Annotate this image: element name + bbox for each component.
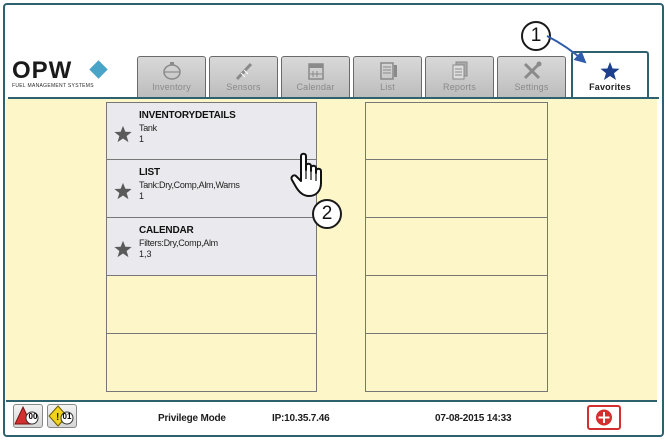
tab-label: Sensors [226,82,261,92]
tab-inventory[interactable]: Inventory [137,56,206,98]
favorite-slot[interactable]: INVENTORYDETAILS Tank 1 [106,102,317,160]
alarm-count: 00 [28,412,38,421]
star-icon [114,125,132,143]
favorite-slot-empty[interactable] [365,218,548,276]
opw-logo: OPW FUEL MANAGEMENT SYSTEMS [12,58,127,92]
tab-calendar[interactable]: Calendar [281,56,350,98]
status-bar [6,402,657,435]
favorite-detail: Tank:Dry,Comp,Alm,Warns [139,180,240,190]
favorites-column-left: INVENTORYDETAILS Tank 1 LIST Tank:Dry,Co… [106,102,317,392]
favorite-value: 1,3 [139,249,152,259]
favorite-slot-empty[interactable] [365,276,548,334]
ip-address: IP:10.35.7.46 [272,413,330,424]
favorite-detail: Tank [139,123,157,133]
tab-label: Reports [443,82,476,92]
tab-sensors[interactable]: Sensors [209,56,278,98]
favorite-slot-empty[interactable] [106,276,317,334]
wrench-screwdriver-icon [523,61,541,80]
reports-icon [452,61,467,80]
favorite-detail: Filters:Dry,Comp,Alm [139,238,218,248]
tank-icon [162,62,181,80]
favorite-title: LIST [139,167,160,178]
brand-tagline: FUEL MANAGEMENT SYSTEMS [12,83,94,89]
calendar-icon [307,63,324,80]
alarm-button[interactable]: 00 [13,404,43,428]
favorite-slot-empty[interactable] [106,334,317,392]
tab-label: Settings [514,82,549,92]
favorite-title: CALENDAR [139,225,194,236]
tab-reports[interactable]: Reports [425,56,494,98]
favorite-slot[interactable]: LIST Tank:Dry,Comp,Alm,Warns 1 [106,160,317,218]
logo-diamond-icon [89,60,108,79]
plus-circle-icon [596,409,612,426]
favorite-slot[interactable]: CALENDAR Filters:Dry,Comp,Alm 1,3 [106,218,317,276]
favorite-slot-empty[interactable] [365,102,548,160]
favorite-slot-empty[interactable] [365,334,548,392]
tab-label: Inventory [152,82,191,92]
probe-icon [235,62,252,81]
svg-text:!: ! [56,412,59,423]
list-icon [379,62,397,80]
brand-name: OPW [12,57,73,84]
star-icon [114,240,132,258]
callout-arrow [546,35,587,64]
favorite-slot-empty[interactable] [365,160,548,218]
tab-label: List [380,82,395,92]
warning-count: 01 [62,412,72,421]
callout-2: 2 [312,199,342,229]
add-favorite-button[interactable] [587,405,621,430]
hand-cursor-icon [290,152,322,197]
date-time: 07-08-2015 14:33 [435,413,512,424]
favorite-value: 1 [139,134,145,144]
tab-list[interactable]: List [353,56,422,98]
favorites-column-right [365,102,548,392]
star-icon [114,182,132,200]
favorite-title: INVENTORYDETAILS [139,110,236,121]
tab-label: Favorites [589,82,631,92]
favorites-panel: INVENTORYDETAILS Tank 1 LIST Tank:Dry,Co… [6,99,657,400]
tab-label: Calendar [296,82,335,92]
favorite-value: 1 [139,191,145,201]
warning-button[interactable]: ! 01 [47,404,77,428]
privilege-mode-label: Privilege Mode [158,413,226,424]
